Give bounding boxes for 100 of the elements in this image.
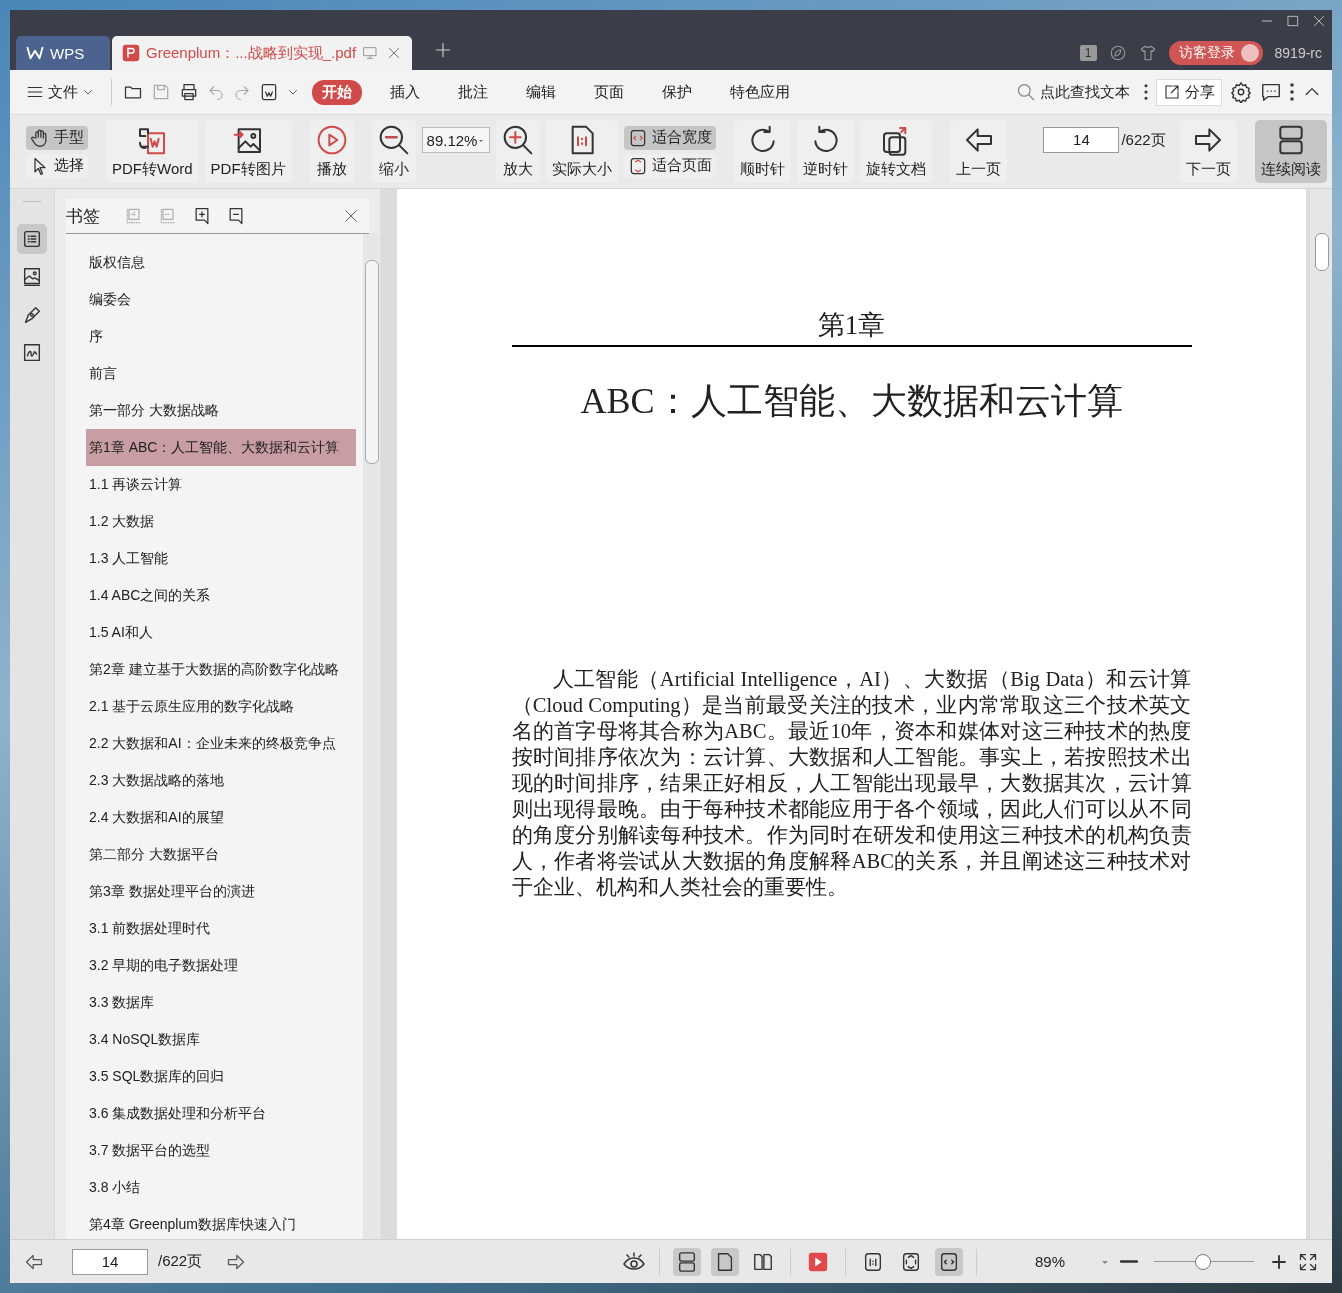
redo-icon	[233, 83, 251, 101]
ribbon-tab[interactable]: 特色应用	[720, 79, 800, 105]
fit-width-icon	[938, 1250, 960, 1273]
play-icon	[315, 124, 348, 156]
share-icon	[1163, 83, 1181, 101]
zoom-in-icon	[502, 124, 535, 156]
bookmark-item[interactable]: 第4章 Greenplum数据库快速入门	[86, 1206, 356, 1239]
bookmark-item[interactable]: 3.1 前数据处理时代	[86, 910, 356, 947]
bookmark-item[interactable]: 1.1 再谈云计算	[86, 466, 356, 503]
bookmark-item[interactable]: 1.3 人工智能	[86, 540, 356, 577]
toolbar-button[interactable]: 缩小	[371, 120, 416, 183]
toolbar-button[interactable]: 逆时针	[797, 120, 855, 183]
leaf-icon	[1108, 44, 1127, 62]
login-button[interactable]: 访客登录	[1168, 41, 1263, 65]
ribbon-tab[interactable]: 编辑	[516, 79, 566, 105]
scrollbar[interactable]	[363, 234, 379, 1239]
play-icon	[807, 1250, 829, 1273]
scrollbar[interactable]	[1310, 189, 1332, 1239]
pdf-icon	[122, 44, 140, 62]
page-count: /622页	[158, 1252, 203, 1271]
toolbar-button[interactable]: 播放	[309, 120, 354, 183]
search-field[interactable]: 点此查找文本	[1010, 79, 1136, 105]
toolbar-button[interactable]: 连续阅读	[1254, 120, 1327, 183]
document-tab[interactable]: Greenplum：...战略到实现_.pdf	[112, 36, 412, 70]
toolbar-button[interactable]: 顺时针	[734, 120, 792, 183]
bookmark-item[interactable]: 3.6 集成数据处理和分析平台	[86, 1095, 356, 1132]
view-mode-button[interactable]	[711, 1247, 739, 1276]
bookmark-item[interactable]: 第一部分 大数据战略	[86, 392, 356, 429]
bookmark-item[interactable]: 2.2 大数据和AI：企业未来的终极竞争点	[86, 725, 356, 762]
thumbnail-icon	[21, 266, 43, 288]
slider-thumb[interactable]	[1195, 1253, 1211, 1270]
print-icon	[179, 82, 199, 102]
close-icon	[1312, 14, 1326, 28]
bookmark-item[interactable]: 3.3 数据库	[86, 984, 356, 1021]
toolbar-button[interactable]: 旋转文档	[860, 120, 933, 183]
bookmark-item[interactable]: 1.5 AI和人	[86, 614, 356, 651]
zoom-field[interactable]: 89.12%	[421, 127, 491, 153]
bookmark-item[interactable]: 1.2 大数据	[86, 503, 356, 540]
toolbar-button[interactable]: 放大	[496, 120, 541, 183]
zoom-level[interactable]: 89%	[1010, 1253, 1090, 1270]
bookmark-item[interactable]: 前言	[86, 355, 356, 392]
toolbar-button[interactable]: 下一页	[1179, 120, 1237, 183]
chapter-title: ABC：人工智能、大数据和云计算	[580, 380, 1123, 423]
bookmark-item[interactable]: 3.2 早期的电子数据处理	[86, 947, 356, 984]
ribbon-tab[interactable]: 页面	[584, 79, 634, 105]
page-field[interactable]: 14	[1043, 127, 1120, 153]
share-button[interactable]: 分享	[1156, 78, 1222, 106]
zoom-out-icon	[377, 124, 410, 156]
bookmark-item[interactable]: 3.4 NoSQL数据库	[86, 1021, 356, 1058]
page-field[interactable]: 14	[72, 1248, 148, 1275]
bookmark-item[interactable]: 1.4 ABC之间的关系	[86, 577, 356, 614]
bookmark-item[interactable]: 第3章 数据处理平台的演进	[86, 873, 356, 910]
search-icon	[1016, 82, 1036, 102]
fit-page-icon	[900, 1250, 922, 1273]
outline-icon	[21, 228, 43, 250]
sidebar-button[interactable]	[17, 224, 47, 254]
toolbar-button[interactable]: 上一页	[950, 120, 1008, 183]
document-tab[interactable]: WPS	[16, 36, 110, 70]
page-count: /622页	[1121, 130, 1166, 150]
toolbar-button[interactable]: 适合宽度	[624, 125, 717, 150]
toolbar-button[interactable]: 手型	[26, 125, 88, 150]
bookmark-item[interactable]: 第1章 ABC：人工智能、大数据和云计算	[86, 429, 356, 466]
ribbon-tab[interactable]: 开始	[312, 79, 362, 105]
view-mode-button[interactable]	[673, 1247, 701, 1276]
bookmark-item[interactable]: 2.1 基于云原生应用的数字化战略	[86, 688, 356, 725]
ribbon-tab[interactable]: 插入	[380, 79, 430, 105]
bookmark-item[interactable]: 3.5 SQL数据库的回归	[86, 1058, 356, 1095]
toolbar-button[interactable]: PDF转Word	[106, 120, 199, 183]
toolbar-button[interactable]: PDF转图片	[204, 120, 292, 183]
bookmark-item[interactable]: 2.3 大数据战略的落地	[86, 762, 356, 799]
maximize-icon	[1286, 14, 1300, 28]
panel-title: 书签	[66, 205, 100, 228]
plus-icon	[434, 41, 452, 59]
more-icon	[1290, 83, 1294, 101]
settings-icon	[1230, 81, 1252, 103]
bookmark-item[interactable]: 第二部分 大数据平台	[86, 836, 356, 873]
bookmark-item[interactable]: 版权信息	[86, 244, 356, 281]
user-name: 8919-rc	[1274, 45, 1322, 61]
ribbon-tab[interactable]: 批注	[448, 79, 498, 105]
bookmark-item[interactable]: 3.7 数据平台的选型	[86, 1132, 356, 1169]
toolbar-button[interactable]: 适合页面	[624, 153, 717, 178]
toolbar-button[interactable]: 实际大小	[546, 120, 619, 183]
plus-icon	[1270, 1252, 1288, 1271]
fit-mode-button[interactable]	[935, 1247, 963, 1276]
body-paragraph: 人工智能（Artificial Intelligence，AI）、大数据（Big Data）和云计算（Cloud Computing）是当前最受关注的技术，业内常常取这三个技术英文名的首字母将其合称为ABC。最近10年，资本和媒体对这三种技术的热度按时间排序依次为：云计算、大数据和人工智能。事实上，若按照技术出现的时间排序，结果正好相反，人工智能出现最早，大数据其次，云计算则出现得最晚。由于每种技术都能应用于各个领域，因此人们可以从不同的角度分别解读每种技术。作为同时在研发和使用这三种技术的机构负责人，作者将尝试从大数据的角度解释ABC的关系，并且阐述这三种技术对于企业、机构和人类社会的重要性。	[511, 667, 1192, 900]
bookmark-item[interactable]: 2.4 大数据和AI的展望	[86, 799, 356, 836]
monitor-icon	[362, 45, 379, 61]
bookmark-item[interactable]: 3.8 小结	[86, 1169, 356, 1206]
bookmark-item[interactable]: 第2章 建立基于大数据的高阶数字化战略	[86, 651, 356, 688]
ribbon-tab[interactable]: 保护	[652, 79, 702, 105]
chapter-label: 第1章	[511, 307, 1192, 347]
toolbar-button[interactable]: 选择	[26, 153, 88, 178]
shirt-icon	[1138, 44, 1157, 62]
wps-logo-icon	[26, 44, 44, 62]
bookmark-item[interactable]: 序	[86, 318, 356, 355]
file-menu[interactable]: 文件	[20, 79, 100, 105]
minus-icon	[1120, 1260, 1138, 1263]
actual-size-icon	[862, 1250, 884, 1273]
window-count-badge[interactable]: 1	[1079, 45, 1097, 61]
bookmark-item[interactable]: 编委会	[86, 281, 356, 318]
